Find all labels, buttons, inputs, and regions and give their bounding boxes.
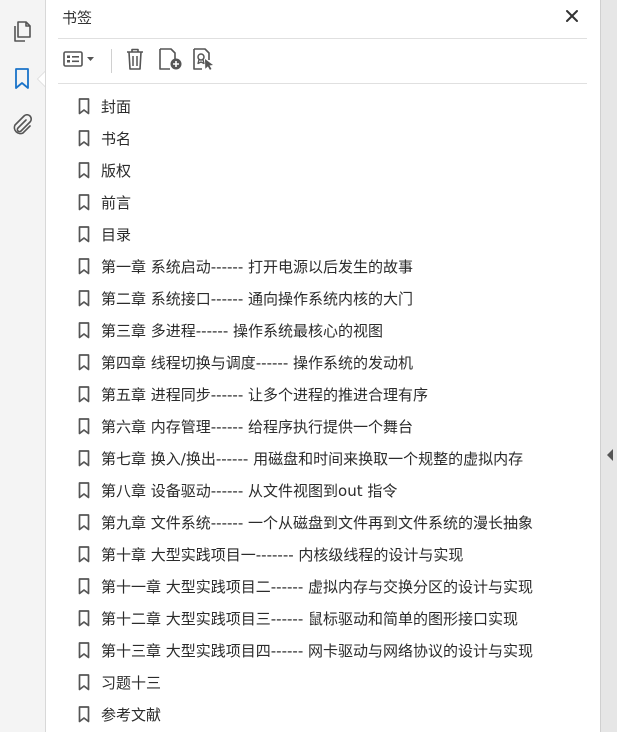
- bookmark-item-label: 第七章 换入/换出------ 用磁盘和时间来换取一个规整的虚拟内存: [101, 450, 524, 468]
- bookmark-from-selection-button[interactable]: [190, 48, 218, 74]
- bookmark-item[interactable]: 第四章 线程切换与调度------ 操作系统的发动机: [46, 346, 600, 378]
- bookmark-item-icon: [78, 322, 90, 339]
- bookmark-icon: [14, 68, 30, 90]
- bookmark-list: 封面书名版权前言目录第一章 系统启动------ 打开电源以后发生的故事 第二章 …: [46, 90, 600, 730]
- bookmark-item-label: 第四章 线程切换与调度------ 操作系统的发动机: [101, 354, 414, 372]
- bookmark-item[interactable]: 前言: [46, 186, 600, 218]
- bookmark-item-icon: [78, 514, 90, 531]
- bookmark-item-icon: [78, 162, 90, 179]
- bookmark-item-icon: [78, 418, 90, 435]
- bookmark-item[interactable]: 参考文献: [46, 698, 600, 730]
- bookmark-item-icon: [78, 290, 90, 307]
- bookmark-item-label: 第十二章 大型实践项目三------ 鼠标驱动和简单的图形接口实现: [101, 610, 519, 628]
- bookmark-item[interactable]: 第二章 系统接口------ 通向操作系统内核的大门: [46, 282, 600, 314]
- bookmark-item-label: 封面: [101, 98, 132, 116]
- bookmark-item[interactable]: 第十三章 大型实践项目四------ 网卡驱动与网络协议的设计与实现: [46, 634, 600, 666]
- bookmark-item-icon: [78, 642, 90, 659]
- bookmark-selection-icon: [191, 47, 217, 75]
- bookmark-item[interactable]: 第三章 多进程------ 操作系统最核心的视图: [46, 314, 600, 346]
- bookmark-item-label: 目录: [101, 226, 132, 244]
- bookmark-item[interactable]: 第六章 内存管理------ 给程序执行提供一个舞台: [46, 410, 600, 442]
- bookmark-item-label: 第二章 系统接口------ 通向操作系统内核的大门: [101, 290, 414, 308]
- navigation-rail: [0, 0, 46, 732]
- new-bookmark-button[interactable]: [156, 48, 184, 74]
- close-button[interactable]: [562, 7, 582, 27]
- bookmark-item-label: 第八章 设备驱动------ 从文件视图到out 指令: [101, 482, 398, 500]
- active-panel-pointer: [37, 71, 45, 87]
- collapse-arrow-icon[interactable]: [607, 449, 613, 461]
- bookmark-item-label: 第十三章 大型实践项目四------ 网卡驱动与网络协议的设计与实现: [101, 642, 534, 660]
- bookmark-item-icon: [78, 482, 90, 499]
- close-icon: [565, 8, 579, 27]
- bookmark-item-label: 书名: [101, 130, 132, 148]
- bookmark-item-label: 参考文献: [101, 706, 162, 724]
- bookmark-item-label: 习题十三: [101, 674, 162, 692]
- bookmark-item[interactable]: 第五章 进程同步------ 让多个进程的推进合理有序: [46, 378, 600, 410]
- bookmark-item-icon: [78, 258, 90, 275]
- right-pane-gutter[interactable]: [600, 0, 617, 732]
- panel-title: 书签: [62, 9, 93, 27]
- bookmark-item[interactable]: 第十二章 大型实践项目三------ 鼠标驱动和简单的图形接口实现: [46, 602, 600, 634]
- bookmark-item[interactable]: 封面: [46, 90, 600, 122]
- bookmark-item-label: 第一章 系统启动------ 打开电源以后发生的故事: [101, 258, 414, 276]
- bookmark-item-label: 前言: [101, 194, 132, 212]
- bookmark-item[interactable]: 第十一章 大型实践项目二------ 虚拟内存与交换分区的设计与实现: [46, 570, 600, 602]
- pages-icon: [12, 21, 32, 43]
- toolbar-separator: [111, 49, 112, 73]
- bookmark-item[interactable]: 第十章 大型实践项目一------- 内核级线程的设计与实现: [46, 538, 600, 570]
- bookmark-item[interactable]: 习题十三: [46, 666, 600, 698]
- bookmark-item[interactable]: 第一章 系统启动------ 打开电源以后发生的故事: [46, 250, 600, 282]
- bookmarks-panel: 书签 封面 书名 版权 前言 目录 第一章 系统启动------ 打开电源以后发…: [46, 0, 600, 732]
- trash-icon: [124, 47, 146, 75]
- bookmark-item-icon: [78, 706, 90, 723]
- pages-button[interactable]: [7, 17, 37, 47]
- attachments-button[interactable]: [7, 110, 37, 140]
- bookmark-item-label: 第五章 进程同步------ 让多个进程的推进合理有序: [101, 386, 429, 404]
- bookmark-item-label: 版权: [101, 162, 132, 180]
- bookmarks-toolbar: [58, 38, 587, 84]
- bookmark-item[interactable]: 目录: [46, 218, 600, 250]
- bookmark-item-label: 第十章 大型实践项目一------- 内核级线程的设计与实现: [101, 546, 464, 564]
- bookmarks-button[interactable]: [7, 64, 37, 94]
- bookmark-item-label: 第六章 内存管理------ 给程序执行提供一个舞台: [101, 418, 414, 436]
- options-menu-button[interactable]: [62, 48, 98, 74]
- bookmark-item-label: 第三章 多进程------ 操作系统最核心的视图: [101, 322, 384, 340]
- bookmark-item-icon: [78, 578, 90, 595]
- bookmark-item-icon: [78, 450, 90, 467]
- bookmark-item-icon: [78, 194, 90, 211]
- bookmark-item[interactable]: 书名: [46, 122, 600, 154]
- bookmark-item-icon: [78, 386, 90, 403]
- bookmark-item-icon: [78, 546, 90, 563]
- bookmark-item-icon: [78, 610, 90, 627]
- bookmark-item[interactable]: 第七章 换入/换出------ 用磁盘和时间来换取一个规整的虚拟内存: [46, 442, 600, 474]
- bookmark-item[interactable]: 第九章 文件系统------ 一个从磁盘到文件再到文件系统的漫长抽象: [46, 506, 600, 538]
- bookmark-item[interactable]: 第八章 设备驱动------ 从文件视图到out 指令: [46, 474, 600, 506]
- bookmark-item-label: 第十一章 大型实践项目二------ 虚拟内存与交换分区的设计与实现: [101, 578, 534, 596]
- bookmark-item-icon: [78, 130, 90, 147]
- bookmark-item[interactable]: 版权: [46, 154, 600, 186]
- bookmark-item-label: 第九章 文件系统------ 一个从磁盘到文件再到文件系统的漫长抽象: [101, 514, 534, 532]
- bookmark-item-icon: [78, 98, 90, 115]
- new-bookmark-icon: [157, 47, 183, 75]
- bookmark-item-icon: [78, 226, 90, 243]
- paperclip-icon: [11, 114, 33, 136]
- bookmark-item-icon: [78, 354, 90, 371]
- options-menu-icon: [62, 49, 98, 73]
- bookmark-item-icon: [78, 674, 90, 691]
- delete-bookmark-button[interactable]: [122, 48, 148, 74]
